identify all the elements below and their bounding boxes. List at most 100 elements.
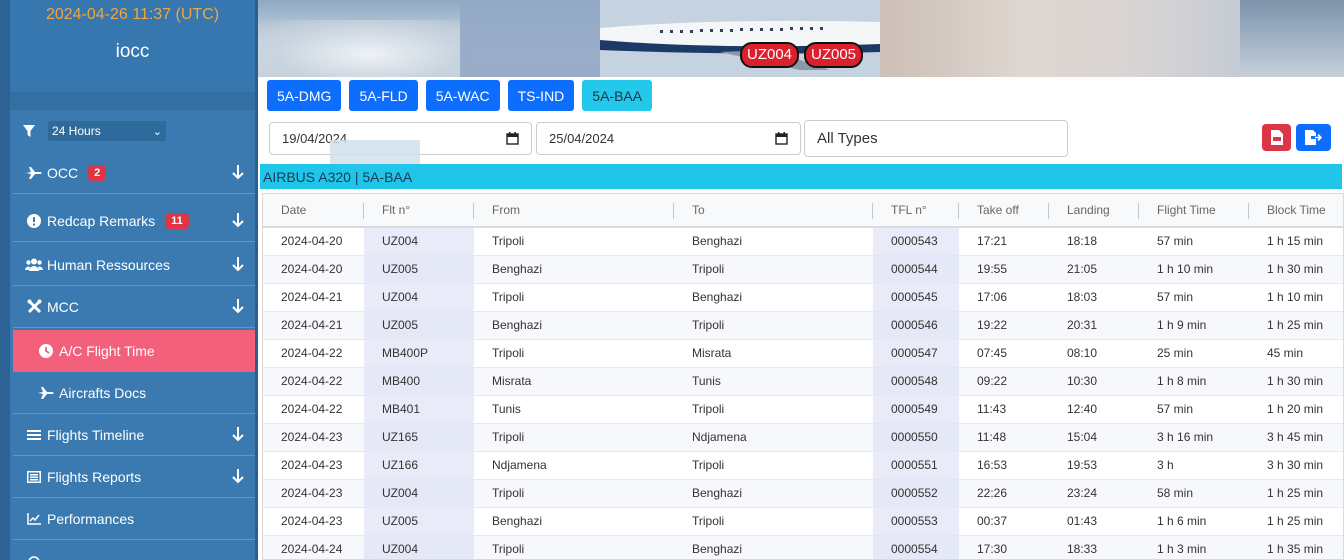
column-header[interactable]: Take off bbox=[959, 194, 1049, 228]
table-cell: UZ004 bbox=[364, 479, 474, 508]
sidebar-item-aircrafts-docs[interactable]: Aircrafts Docs bbox=[13, 372, 255, 414]
arrow-down-icon bbox=[232, 165, 244, 180]
table-cell: 22:26 bbox=[959, 479, 1049, 508]
type-select[interactable]: All Types bbox=[804, 120, 1068, 157]
table-row: 2024-04-23 UZ166 Ndjamena Tripoli 0000551 16:… bbox=[263, 451, 1343, 480]
table-cell: 1 h 25 min bbox=[1249, 311, 1343, 340]
sidebar-item-label: Flights Timeline bbox=[47, 426, 145, 443]
column-header[interactable]: Date bbox=[263, 194, 364, 228]
table-cell: 0000544 bbox=[873, 255, 959, 284]
logout-icon bbox=[21, 553, 47, 560]
table-cell: 3 h 16 min bbox=[1139, 423, 1249, 452]
line-chart-icon bbox=[21, 511, 47, 527]
arrow-down-icon bbox=[232, 257, 244, 272]
sidebar-item-occ[interactable]: OCC 2 bbox=[13, 152, 255, 194]
column-header[interactable]: Flt n° bbox=[364, 194, 474, 228]
sidebar-item-redcap-remarks[interactable]: Redcap Remarks 11 bbox=[13, 200, 255, 242]
sidebar-item-label: Flights Reports bbox=[47, 468, 142, 485]
tab-aircraft[interactable]: 5A-DMG bbox=[267, 80, 342, 111]
table-cell: 19:55 bbox=[959, 255, 1049, 284]
table-cell: 1 h 8 min bbox=[1139, 367, 1249, 396]
arrow-down-icon bbox=[232, 427, 244, 442]
table-cell: 1 h 6 min bbox=[1139, 507, 1249, 536]
sidebar-header: 2024-04-26 11:37 (UTC) iocc bbox=[10, 0, 255, 92]
column-header[interactable]: To bbox=[674, 194, 873, 228]
table-cell: 2024-04-23 bbox=[263, 479, 364, 508]
sidebar-item-label: Performances bbox=[47, 510, 135, 527]
table-cell: 3 h 45 min bbox=[1249, 423, 1343, 452]
table-cell: 1 h 10 min bbox=[1139, 255, 1249, 284]
table-cell: 1 h 25 min bbox=[1249, 479, 1343, 508]
table-row: 2024-04-21 UZ005 Benghazi Tripoli 0000546 19:… bbox=[263, 311, 1343, 340]
sidebar-item-flights-timeline[interactable]: Flights Timeline bbox=[13, 414, 255, 456]
table-cell: 45 min bbox=[1249, 339, 1343, 368]
table-cell: 11:43 bbox=[959, 395, 1049, 424]
sidebar-item-flights-reports[interactable]: Flights Reports bbox=[13, 456, 255, 498]
banner-blurred-region bbox=[880, 0, 1240, 77]
file-export-icon bbox=[1305, 130, 1322, 145]
pdf-export-button[interactable] bbox=[1262, 124, 1291, 151]
table-cell: 2024-04-22 bbox=[263, 339, 364, 368]
tab-aircraft[interactable]: TS-IND bbox=[507, 80, 575, 111]
plane-icon bbox=[33, 385, 59, 401]
table-row: 2024-04-22 MB400P Tripoli Misrata 0000547 07:… bbox=[263, 339, 1343, 368]
column-header[interactable]: From bbox=[474, 194, 674, 228]
column-header[interactable]: Landing bbox=[1049, 194, 1139, 228]
table-cell: 2024-04-23 bbox=[263, 507, 364, 536]
table-cell: 2024-04-23 bbox=[263, 451, 364, 480]
table-cell: UZ005 bbox=[364, 255, 474, 284]
table-cell: Tripoli bbox=[674, 507, 873, 536]
menu-lines-icon bbox=[21, 427, 47, 443]
table-cell: 09:22 bbox=[959, 367, 1049, 396]
table-cell: 0000552 bbox=[873, 479, 959, 508]
sidebar-item-performances[interactable]: Performances bbox=[13, 498, 255, 540]
table-cell: UZ005 bbox=[364, 311, 474, 340]
file-export-button[interactable] bbox=[1296, 124, 1331, 151]
table-cell: 18:18 bbox=[1049, 227, 1139, 256]
table-row: 2024-04-20 UZ004 Tripoli Benghazi 0000543 17:… bbox=[263, 227, 1343, 256]
table-row: 2024-04-24 UZ004 Tripoli Benghazi 0000554 17:… bbox=[263, 535, 1343, 559]
sidebar-item-ac-flight-time[interactable]: A/C Flight Time bbox=[13, 330, 255, 372]
banner-clouds bbox=[258, 20, 478, 77]
aircraft-title: AIRBUS A320 | 5A-BAA bbox=[260, 164, 1342, 189]
table-cell: MB400 bbox=[364, 367, 474, 396]
table-cell: 1 h 25 min bbox=[1249, 507, 1343, 536]
table-cell: 0000545 bbox=[873, 283, 959, 312]
flight-badge: UZ005 bbox=[804, 42, 864, 68]
column-header[interactable]: TFL n° bbox=[873, 194, 959, 228]
column-header[interactable]: Flight Time bbox=[1139, 194, 1249, 228]
table-cell: 1 h 9 min bbox=[1139, 311, 1249, 340]
table-cell: 3 h bbox=[1139, 451, 1249, 480]
hours-select-value: 24 Hours bbox=[52, 124, 101, 138]
table-cell: 57 min bbox=[1139, 283, 1249, 312]
table-cell: 12:40 bbox=[1049, 395, 1139, 424]
sidebar-edge bbox=[0, 0, 10, 560]
date-to-input[interactable]: 25/04/2024 bbox=[536, 122, 801, 155]
tab-aircraft[interactable]: 5A-FLD bbox=[349, 80, 418, 111]
table-cell: UZ166 bbox=[364, 451, 474, 480]
sidebar-item-label: Aircrafts Docs bbox=[59, 384, 147, 401]
table-cell: Benghazi bbox=[674, 535, 873, 559]
table-cell: 2024-04-22 bbox=[263, 367, 364, 396]
table-cell: UZ005 bbox=[364, 507, 474, 536]
table-cell: Misrata bbox=[474, 367, 674, 396]
table-cell: 0000548 bbox=[873, 367, 959, 396]
sidebar-item-human-ressources[interactable]: Human Ressources bbox=[13, 244, 255, 286]
column-header[interactable]: Block Time bbox=[1249, 194, 1343, 228]
table-cell: 01:43 bbox=[1049, 507, 1139, 536]
table-cell: 2024-04-21 bbox=[263, 311, 364, 340]
table-cell: 10:30 bbox=[1049, 367, 1139, 396]
tab-aircraft-active[interactable]: 5A-BAA bbox=[582, 80, 653, 111]
table-cell: Tripoli bbox=[674, 451, 873, 480]
table-cell: 0000551 bbox=[873, 451, 959, 480]
table-body: 2024-04-20 UZ004 Tripoli Benghazi 0000543 17:… bbox=[263, 227, 1343, 559]
file-pdf-icon bbox=[1270, 130, 1283, 145]
sidebar-item-mcc[interactable]: MCC bbox=[13, 286, 255, 328]
hours-filter-row: 24 Hours ⌄ bbox=[22, 120, 166, 142]
hours-select[interactable]: 24 Hours ⌄ bbox=[48, 121, 166, 141]
aircraft-tabs: 5A-DMG 5A-FLD 5A-WAC TS-IND 5A-BAA bbox=[267, 80, 653, 112]
tab-aircraft[interactable]: 5A-WAC bbox=[425, 80, 500, 111]
table-cell: Tunis bbox=[674, 367, 873, 396]
sidebar-item-partial[interactable] bbox=[13, 540, 255, 560]
table-cell: 1 h 15 min bbox=[1249, 227, 1343, 256]
